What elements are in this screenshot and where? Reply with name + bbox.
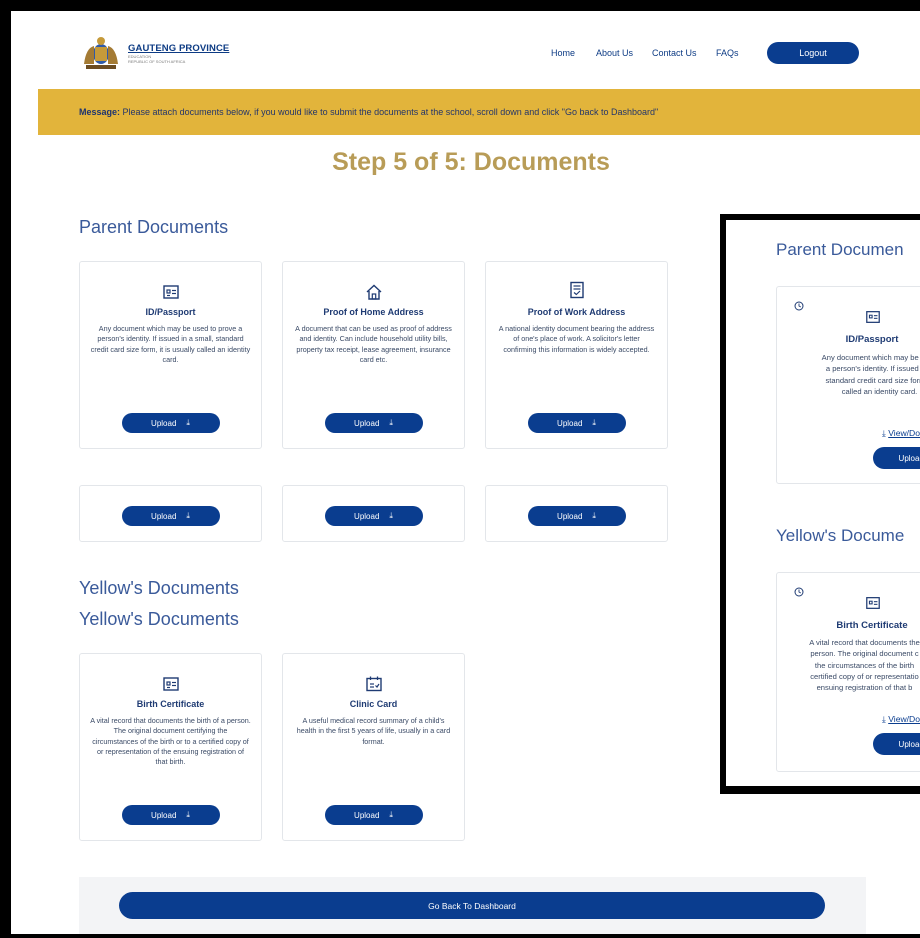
zoom-inset: Parent Documen ID/Passport Any document …: [720, 214, 920, 794]
upload-label: Upload: [151, 511, 177, 521]
home-icon: [366, 284, 381, 300]
desc-line: certified copy of or representatio: [810, 671, 919, 681]
upload-button[interactable]: Upload⤓: [873, 733, 920, 755]
upload-icon: ⤓: [592, 418, 596, 427]
clock-icon: [794, 301, 804, 311]
inset-card-title: ID/Passport: [845, 334, 899, 345]
upload-button[interactable]: Upload ⤓: [121, 805, 220, 825]
logout-button[interactable]: Logout: [767, 42, 859, 64]
upload-icon: ⤓: [186, 810, 190, 819]
document-icon: [569, 281, 584, 299]
doc-card-proof-home-address: Proof of Home Address A document that ca…: [282, 261, 465, 449]
view-download-label: View/Download: [888, 428, 920, 438]
upload-label: Upload: [151, 418, 177, 428]
logo-title: GAUTENG PROVINCE: [128, 42, 230, 54]
upload-icon: ⤓: [389, 418, 393, 427]
clock-icon: [794, 587, 804, 597]
upload-button[interactable]: Upload ⤓: [527, 413, 626, 433]
desc-line: called an identity card.: [841, 386, 918, 396]
doc-card-extra: Upload ⤓: [282, 485, 465, 542]
doc-card-title: Birth Certificate: [136, 699, 205, 709]
message-text: Please attach documents below, if you wo…: [120, 107, 659, 117]
id-card-icon: [162, 285, 179, 299]
upload-label: Upload: [151, 810, 177, 820]
upload-label: Upload: [898, 739, 920, 749]
doc-card-desc: A national identity document bearing the…: [498, 324, 655, 354]
view-download-link[interactable]: ⤓ View/Download: [882, 428, 920, 439]
doc-card-extra: Upload ⤓: [79, 485, 262, 542]
doc-card-title: ID/Passport: [145, 307, 196, 317]
desc-line: a person's identity. If issued in a: [825, 364, 920, 374]
inset-card-title: Birth Certificate: [836, 620, 908, 631]
id-card-icon: [866, 597, 880, 609]
upload-button[interactable]: Upload ⤓: [324, 413, 423, 433]
logo[interactable]: GAUTENG PROVINCE EDUCATION REPUBLIC OF S…: [80, 34, 229, 72]
desc-line: the circumstances of the birth: [814, 660, 915, 670]
desc-line: A vital record that documents the: [809, 638, 920, 647]
coat-of-arms-icon: [84, 37, 118, 69]
doc-card-title: Proof of Work Address: [527, 307, 626, 317]
upload-label: Upload: [354, 418, 380, 428]
doc-card-desc: A vital record that documents the birth …: [90, 716, 251, 767]
nav-about-us[interactable]: About Us: [596, 48, 633, 58]
upload-label: Upload: [354, 810, 380, 820]
doc-card-desc: A document that can be used as proof of …: [295, 324, 452, 364]
section-title-child-repeat: Yellow's Documents: [79, 609, 239, 629]
desc-line: Any document which may be used: [821, 353, 920, 362]
download-icon: ⤓: [882, 714, 886, 724]
desc-line: ensuing registration of that b: [816, 683, 913, 693]
upload-button[interactable]: Upload⤓: [873, 447, 920, 469]
nav-home[interactable]: Home: [551, 48, 575, 58]
upload-button[interactable]: Upload ⤓: [527, 506, 626, 526]
upload-label: Upload: [557, 511, 583, 521]
download-icon: ⤓: [882, 428, 886, 438]
upload-icon: ⤓: [592, 511, 596, 520]
view-download-label: View/Download: [888, 714, 920, 724]
nav-contact-us[interactable]: Contact Us: [652, 48, 697, 58]
upload-label: Upload: [557, 418, 583, 428]
id-card-icon: [866, 311, 880, 323]
doc-card-desc: A useful medical record summary of a chi…: [296, 716, 451, 746]
dashboard-footer: Go Back To Dashboard: [79, 877, 866, 934]
inset-section-title-child: Yellow's Docume: [776, 526, 905, 545]
upload-button[interactable]: Upload ⤓: [324, 506, 423, 526]
doc-card-clinic-card: Clinic Card A useful medical record summ…: [282, 653, 465, 841]
doc-card-title: Proof of Home Address: [323, 307, 424, 317]
doc-card-title: Clinic Card: [349, 699, 398, 709]
doc-card-extra: Upload ⤓: [485, 485, 668, 542]
logo-subtitle-2: REPUBLIC OF SOUTH AFRICA: [128, 58, 186, 64]
inset-card-desc: Any document which may be used a person'…: [792, 352, 920, 397]
section-title-child: Yellow's Documents: [79, 578, 239, 598]
doc-card-id-passport: ID/Passport Any document which may be us…: [79, 261, 262, 449]
message-label: Message:: [79, 107, 121, 117]
upload-label: Upload: [898, 453, 920, 463]
doc-card-birth-certificate: Birth Certificate A vital record that do…: [79, 653, 262, 841]
doc-card-desc: Any document which may be used to prove …: [90, 324, 251, 364]
id-card-icon: [162, 677, 179, 691]
inset-card-desc: A vital record that documents the person…: [777, 637, 920, 693]
upload-label: Upload: [354, 511, 380, 521]
upload-icon: ⤓: [186, 511, 190, 520]
section-title-parent: Parent Documents: [79, 217, 229, 237]
upload-icon: ⤓: [389, 810, 393, 819]
desc-line: standard credit card size form, it: [825, 375, 920, 385]
inset-section-title-parent: Parent Documen: [776, 240, 904, 259]
inset-card-id-passport: ID/Passport Any document which may be us…: [776, 286, 920, 484]
upload-icon: ⤓: [186, 418, 190, 427]
upload-icon: ⤓: [389, 511, 393, 520]
nav-faqs[interactable]: FAQs: [716, 48, 739, 58]
message-banner: Message: Please attach documents below, …: [38, 89, 920, 135]
page-title: Step 5 of 5: Documents: [332, 148, 610, 176]
upload-button[interactable]: Upload ⤓: [121, 506, 220, 526]
go-back-to-dashboard-button[interactable]: Go Back To Dashboard: [119, 892, 825, 919]
view-download-link[interactable]: ⤓ View/Download: [882, 714, 920, 725]
inset-card-birth-certificate: Birth Certificate A vital record that do…: [776, 572, 920, 772]
upload-button[interactable]: Upload ⤓: [121, 413, 220, 433]
calendar-icon: [365, 676, 382, 692]
doc-card-proof-work-address: Proof of Work Address A national identit…: [485, 261, 668, 449]
desc-line: person. The original document c: [810, 649, 919, 659]
upload-button[interactable]: Upload ⤓: [324, 805, 423, 825]
